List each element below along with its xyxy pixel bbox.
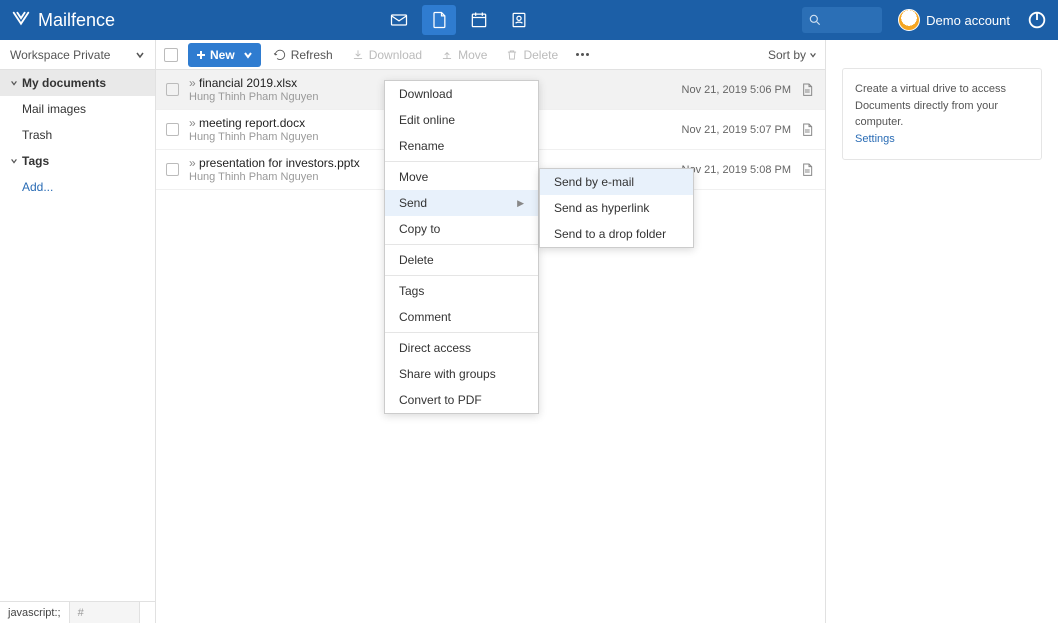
hint-text: Create a virtual drive to access Documen… <box>855 83 1006 128</box>
delete-button[interactable]: Delete <box>499 48 564 62</box>
sidebar-item-label: Mail images <box>22 102 86 116</box>
submenu-send-hyperlink[interactable]: Send as hyperlink <box>540 195 693 221</box>
sidebar-item-add-tag[interactable]: Add... <box>0 174 155 200</box>
nav-calendar[interactable] <box>462 5 496 35</box>
sidebar-item-trash[interactable]: Trash <box>0 122 155 148</box>
virtual-drive-hint: Create a virtual drive to access Documen… <box>842 68 1042 160</box>
sort-by-button[interactable]: Sort by <box>768 48 817 62</box>
sidebar-item-label: Tags <box>22 154 49 168</box>
workspace-selector[interactable]: Workspace Private <box>0 40 155 70</box>
menu-comment[interactable]: Comment <box>385 304 538 330</box>
sidebar: Workspace Private My documents Mail imag… <box>0 40 156 623</box>
menu-move[interactable]: Move <box>385 164 538 190</box>
settings-link[interactable]: Settings <box>855 133 895 145</box>
trash-icon <box>505 48 519 62</box>
file-type-icon <box>799 122 815 138</box>
new-button-label: New <box>210 48 235 62</box>
search-input[interactable] <box>826 13 876 27</box>
download-label: Download <box>369 48 422 62</box>
refresh-button[interactable]: Refresh <box>267 48 339 62</box>
menu-download[interactable]: Download <box>385 81 538 107</box>
mailfence-logo-icon <box>10 9 32 31</box>
menu-copy-to[interactable]: Copy to <box>385 216 538 242</box>
sidebar-item-my-documents[interactable]: My documents <box>0 70 155 96</box>
file-date: Nov 21, 2019 5:08 PM <box>682 164 791 176</box>
workspace-label: Workspace Private <box>10 48 110 62</box>
chevron-down-icon <box>10 157 18 165</box>
contacts-icon <box>509 10 529 30</box>
menu-rename[interactable]: Rename <box>385 133 538 159</box>
move-button[interactable]: Move <box>434 48 493 62</box>
calendar-icon <box>469 10 489 30</box>
download-icon <box>351 48 365 62</box>
file-date: Nov 21, 2019 5:06 PM <box>682 84 791 96</box>
row-checkbox[interactable] <box>166 83 179 96</box>
main-panel: New Refresh Download Move Delete <box>156 40 826 623</box>
brand-logo[interactable]: Mailfence <box>10 9 115 31</box>
file-date: Nov 21, 2019 5:07 PM <box>682 124 791 136</box>
account-menu[interactable]: Demo account <box>898 9 1010 31</box>
envelope-icon <box>389 10 409 30</box>
avatar-icon <box>898 9 920 31</box>
sidebar-item-label: Add... <box>22 180 53 194</box>
status-hash: # <box>70 602 140 623</box>
app-body: Workspace Private My documents Mail imag… <box>0 40 1058 623</box>
move-label: Move <box>458 48 487 62</box>
sidebar-item-mail-images[interactable]: Mail images <box>0 96 155 122</box>
document-icon <box>429 10 449 30</box>
header-nav <box>115 5 802 35</box>
sidebar-item-label: Trash <box>22 128 52 142</box>
status-js: javascript:; <box>0 602 70 623</box>
sidebar-item-tags[interactable]: Tags <box>0 148 155 174</box>
chevron-down-icon <box>809 51 817 59</box>
menu-send[interactable]: Send ▶ <box>385 190 538 216</box>
search-box[interactable] <box>802 7 882 33</box>
search-icon <box>808 13 822 27</box>
row-checkbox[interactable] <box>166 123 179 136</box>
file-type-icon <box>799 82 815 98</box>
nav-mail[interactable] <box>382 5 416 35</box>
chevron-right-icon: ▶ <box>517 198 524 209</box>
account-name: Demo account <box>926 13 1010 28</box>
right-panel: Create a virtual drive to access Documen… <box>826 40 1058 623</box>
new-button[interactable]: New <box>188 43 261 67</box>
select-all-checkbox[interactable] <box>164 48 178 62</box>
toolbar: New Refresh Download Move Delete <box>156 40 825 70</box>
menu-delete[interactable]: Delete <box>385 247 538 273</box>
chevron-down-icon <box>10 79 18 87</box>
send-submenu: Send by e-mail Send as hyperlink Send to… <box>539 168 694 248</box>
status-bar: javascript:; # <box>0 601 155 623</box>
menu-tags[interactable]: Tags <box>385 278 538 304</box>
app-header: Mailfence Demo account <box>0 0 1058 40</box>
menu-edit-online[interactable]: Edit online <box>385 107 538 133</box>
chevron-down-icon <box>135 50 145 60</box>
delete-label: Delete <box>523 48 558 62</box>
refresh-icon <box>273 48 287 62</box>
plus-icon <box>196 50 206 60</box>
submenu-send-email[interactable]: Send by e-mail <box>540 169 693 195</box>
brand-name: Mailfence <box>38 10 115 31</box>
sidebar-item-label: My documents <box>22 76 106 90</box>
more-button[interactable] <box>570 53 595 56</box>
submenu-send-dropfolder[interactable]: Send to a drop folder <box>540 221 693 247</box>
nav-documents[interactable] <box>422 5 456 35</box>
header-right: Demo account <box>802 7 1048 33</box>
power-icon[interactable] <box>1026 9 1048 31</box>
move-icon <box>440 48 454 62</box>
menu-share-groups[interactable]: Share with groups <box>385 361 538 387</box>
file-type-icon <box>799 162 815 178</box>
download-button[interactable]: Download <box>345 48 428 62</box>
chevron-down-icon <box>243 50 253 60</box>
menu-convert-pdf[interactable]: Convert to PDF <box>385 387 538 413</box>
sort-by-label: Sort by <box>768 48 806 62</box>
menu-direct-access[interactable]: Direct access <box>385 335 538 361</box>
nav-contacts[interactable] <box>502 5 536 35</box>
row-checkbox[interactable] <box>166 163 179 176</box>
context-menu: Download Edit online Rename Move Send ▶ … <box>384 80 539 414</box>
refresh-label: Refresh <box>291 48 333 62</box>
